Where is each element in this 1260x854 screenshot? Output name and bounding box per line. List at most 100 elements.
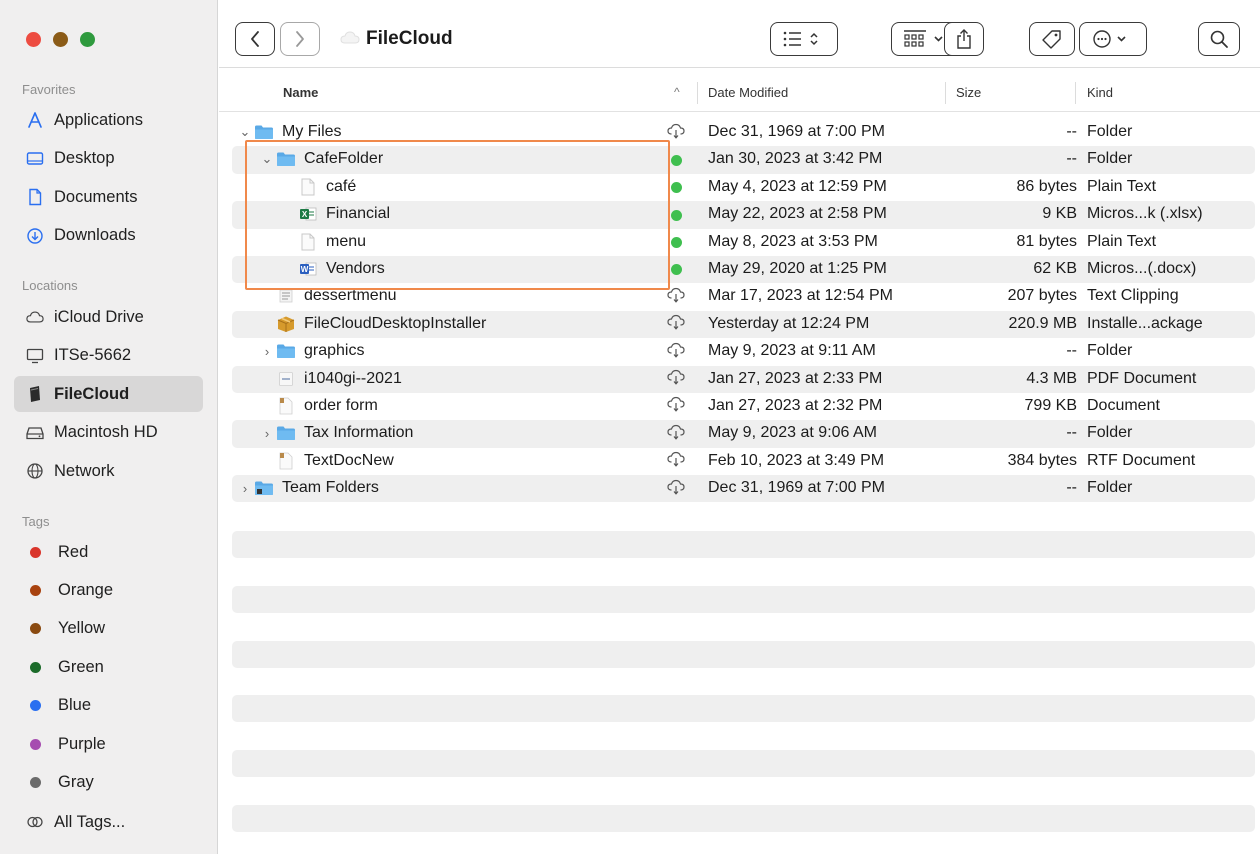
sidebar-item-filecloud[interactable]: FileCloud xyxy=(14,376,203,412)
network-icon xyxy=(26,462,44,480)
sidebar-item-orange[interactable]: Orange xyxy=(14,572,203,608)
sidebar-item-gray[interactable]: Gray xyxy=(14,764,203,800)
sidebar-item-blue[interactable]: Blue xyxy=(14,688,203,724)
sidebar-item-macintosh-hd[interactable]: Macintosh HD xyxy=(14,415,203,451)
finder-window: Favorites Applications Desktop Documents Do… xyxy=(0,0,1260,854)
file-row[interactable]: order form Jan 27, 2023 at 2:32 PM 799 KB D… xyxy=(232,393,1255,420)
tag-color-dot xyxy=(30,661,41,673)
back-button[interactable] xyxy=(235,22,275,56)
sidebar-item-label: iCloud Drive xyxy=(54,307,144,326)
zoom-window-button[interactable] xyxy=(80,32,95,47)
file-row[interactable]: i1040gi--2021 Jan 27, 2023 at 2:33 PM 4.3 … xyxy=(232,365,1255,393)
file-kind: RTF Document xyxy=(1087,451,1196,469)
sidebar-item-itse-5662[interactable]: ITSe-5662 xyxy=(14,338,203,374)
more-actions-button[interactable] xyxy=(1079,22,1147,56)
sidebar-item-yellow[interactable]: Yellow xyxy=(14,611,203,647)
disk-icon xyxy=(26,424,44,442)
file-row[interactable]: › graphics May 9, 2023 at 9:11 AM -- Folder xyxy=(232,338,1255,365)
sync-status xyxy=(668,152,684,168)
grid-group-icon xyxy=(904,30,943,47)
svg-text:X: X xyxy=(302,210,308,219)
word-file-icon: W xyxy=(298,260,318,278)
file-row[interactable]: › Tax Information May 9, 2023 at 9:06 AM --… xyxy=(232,420,1255,448)
file-row[interactable]: dessertmenu Mar 17, 2023 at 12:54 PM 207 b… xyxy=(232,283,1255,310)
file-row[interactable]: café May 4, 2023 at 12:59 PM 86 bytes Plain… xyxy=(232,174,1255,201)
cloud-download-icon[interactable] xyxy=(667,123,685,144)
tag-color-dot xyxy=(30,623,41,635)
document-file-icon xyxy=(276,397,296,415)
file-kind: Folder xyxy=(1087,479,1133,497)
sync-status xyxy=(667,369,685,390)
pdf-file-icon xyxy=(276,370,296,388)
sidebar-item-label: Applications xyxy=(54,110,143,129)
cloud-download-icon[interactable] xyxy=(667,424,685,445)
empty-row xyxy=(232,531,1255,558)
view-options-button[interactable] xyxy=(770,22,838,56)
sidebar-item-label: Desktop xyxy=(54,149,115,167)
share-button[interactable] xyxy=(944,22,984,56)
chevron-right-icon[interactable]: › xyxy=(260,426,274,441)
sort-ascending-icon[interactable]: ^ xyxy=(674,85,680,99)
file-row[interactable]: menu May 8, 2023 at 3:53 PM 81 bytes Plain … xyxy=(232,229,1255,256)
file-name: Team Folders xyxy=(282,479,379,497)
column-header-size[interactable]: Size xyxy=(956,85,981,100)
sidebar-item-purple[interactable]: Purple xyxy=(14,726,203,762)
sidebar-item-green[interactable]: Green xyxy=(14,649,203,685)
file-row[interactable]: W Vendors May 29, 2020 at 1:25 PM 62 KB Micr… xyxy=(232,255,1255,284)
file-name: My Files xyxy=(282,123,342,140)
share-icon xyxy=(957,29,971,49)
file-row[interactable]: ⌄ My Files Dec 31, 1969 at 7:00 PM -- Folder xyxy=(232,119,1255,146)
folder-icon xyxy=(254,123,274,141)
cloud-download-icon[interactable] xyxy=(667,287,685,308)
tags-section-title: Tags xyxy=(22,514,50,529)
chevron-left-icon xyxy=(251,31,259,47)
sidebar-item-downloads[interactable]: Downloads xyxy=(14,218,203,254)
file-kind: Folder xyxy=(1087,150,1133,168)
file-row[interactable]: ⌄ CafeFolder Jan 30, 2023 at 3:42 PM -- Fold… xyxy=(232,146,1255,174)
tag-button[interactable] xyxy=(1029,22,1075,56)
file-name: TextDocNew xyxy=(304,451,394,469)
sidebar-item-desktop[interactable]: Desktop xyxy=(14,141,203,177)
empty-row xyxy=(232,640,1255,668)
sidebar-item-label: Network xyxy=(54,461,115,480)
cloud-download-icon[interactable] xyxy=(667,479,685,500)
chevron-down-icon[interactable]: ⌄ xyxy=(238,124,252,140)
cloud-download-icon[interactable] xyxy=(667,314,685,335)
file-date: May 29, 2020 at 1:25 PM xyxy=(708,259,887,277)
file-row[interactable]: X Financial May 22, 2023 at 2:58 PM 9 KB Mic… xyxy=(232,201,1255,229)
sidebar-item-applications[interactable]: Applications xyxy=(14,102,203,138)
column-divider[interactable] xyxy=(697,82,698,104)
chevron-right-icon[interactable]: › xyxy=(260,344,274,359)
sidebar-item-network[interactable]: Network xyxy=(14,453,203,489)
file-row[interactable]: TextDocNew Feb 10, 2023 at 3:49 PM 384 byt… xyxy=(232,448,1255,475)
column-header-kind[interactable]: Kind xyxy=(1087,85,1113,100)
forward-button[interactable] xyxy=(280,22,320,56)
file-kind: Folder xyxy=(1087,123,1133,140)
sidebar-item-label: Gray xyxy=(58,772,94,791)
column-header-date[interactable]: Date Modified xyxy=(708,85,788,100)
file-row[interactable]: › Team Folders Dec 31, 1969 at 7:00 PM -- Fo… xyxy=(232,475,1255,503)
close-window-button[interactable] xyxy=(26,32,41,47)
column-header-name[interactable]: Name xyxy=(283,85,318,100)
sidebar-item-all-tags[interactable]: All Tags... xyxy=(14,804,203,840)
search-button[interactable] xyxy=(1198,22,1240,56)
column-divider[interactable] xyxy=(945,82,946,104)
cloud-download-icon[interactable] xyxy=(667,369,685,390)
file-row[interactable]: FileCloudDesktopInstaller Yesterday at 12… xyxy=(232,310,1255,339)
file-name: FileCloudDesktopInstaller xyxy=(304,314,487,332)
filecloud-icon xyxy=(26,385,44,403)
chevron-right-icon[interactable]: › xyxy=(238,481,252,496)
file-date: Jan 27, 2023 at 2:32 PM xyxy=(708,396,883,414)
sidebar-item-documents[interactable]: Documents xyxy=(14,179,203,215)
cloud-download-icon[interactable] xyxy=(667,342,685,363)
chevron-down-icon[interactable]: ⌄ xyxy=(260,151,274,167)
window-title: FileCloud xyxy=(366,28,453,49)
computer-icon xyxy=(26,347,44,365)
minimize-window-button[interactable] xyxy=(53,32,68,47)
cloud-download-icon[interactable] xyxy=(667,396,685,417)
cloud-download-icon[interactable] xyxy=(667,451,685,472)
sidebar-item-icloud-drive[interactable]: iCloud Drive xyxy=(14,299,203,335)
sidebar-item-red[interactable]: Red xyxy=(14,534,203,570)
file-date: May 9, 2023 at 9:06 AM xyxy=(708,424,877,442)
column-divider[interactable] xyxy=(1075,82,1076,104)
